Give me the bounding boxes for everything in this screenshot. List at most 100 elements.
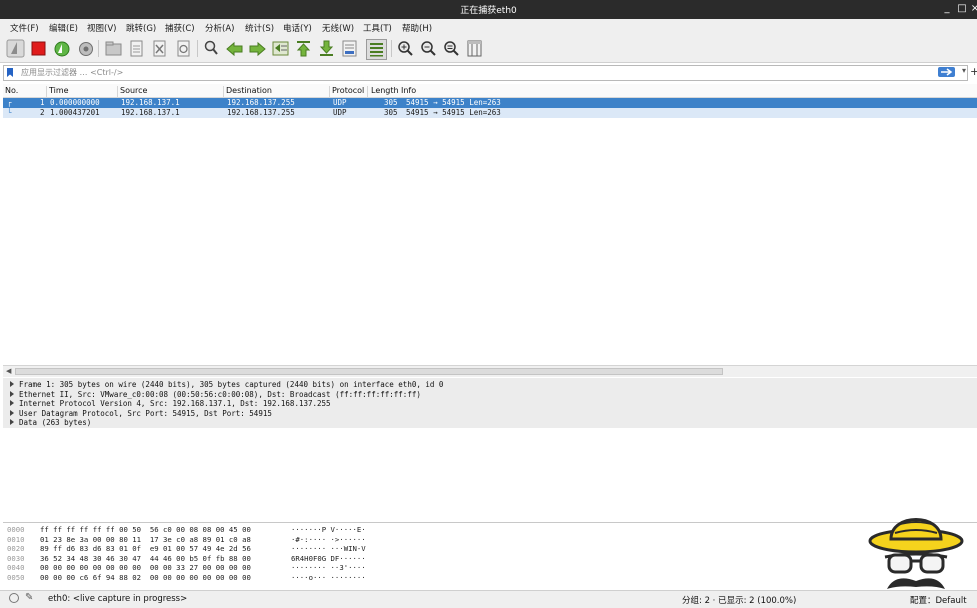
maximize-button[interactable]: □: [955, 1, 969, 17]
menu-analyze[interactable]: 分析(A): [205, 22, 234, 34]
detail-data[interactable]: Data (263 bytes): [10, 418, 91, 427]
menu-capture[interactable]: 捕获(C): [165, 22, 195, 34]
packet-list-header: No. Time Source Destination Protocol Len…: [3, 84, 977, 98]
expand-arrow-icon[interactable]: [10, 419, 14, 425]
go-first-icon[interactable]: [294, 39, 313, 58]
open-file-icon[interactable]: [104, 39, 123, 58]
column-header-protocol[interactable]: Protocol: [330, 86, 368, 97]
menu-file[interactable]: 文件(F): [10, 22, 39, 34]
byte-row: 0030 36 52 34 48 30 46 30 47 44 46 00 b5 …: [7, 554, 366, 563]
restart-capture-icon[interactable]: [52, 39, 71, 58]
reload-file-icon[interactable]: [174, 39, 193, 58]
byte-ascii[interactable]: ·······P V·····E·: [291, 525, 366, 534]
byte-hex[interactable]: 01 23 8e 3a 00 00 80 11 17 3e c0 a8 89 0…: [40, 535, 251, 544]
byte-offset: 0020: [7, 544, 25, 553]
packet-list-hscrollbar[interactable]: ◀: [3, 365, 977, 377]
byte-hex[interactable]: 36 52 34 48 30 46 30 47 44 46 00 b5 0f f…: [40, 554, 251, 563]
close-file-icon[interactable]: [150, 39, 169, 58]
auto-scroll-icon[interactable]: [340, 39, 359, 58]
scrollbar-thumb[interactable]: [15, 368, 723, 375]
byte-ascii[interactable]: 6R4H0F0G DF······: [291, 554, 366, 563]
byte-ascii[interactable]: ·#·:···· ·>······: [291, 535, 366, 544]
byte-ascii[interactable]: ········ ··3'····: [291, 563, 366, 572]
find-packet-icon[interactable]: [202, 39, 221, 58]
go-back-icon[interactable]: [225, 39, 244, 58]
expand-arrow-icon[interactable]: [10, 400, 14, 406]
detail-udp[interactable]: User Datagram Protocol, Src Port: 54915,…: [10, 409, 272, 418]
capture-comment-icon[interactable]: ✎: [25, 592, 33, 603]
bookmark-icon[interactable]: [7, 68, 13, 77]
shark-fin-start-icon[interactable]: [6, 39, 25, 58]
detail-ipv4[interactable]: Internet Protocol Version 4, Src: 192.16…: [10, 399, 331, 408]
scroll-left-icon[interactable]: ◀: [6, 367, 11, 375]
menu-help[interactable]: 帮助(H): [402, 22, 432, 34]
menu-wireless[interactable]: 无线(W): [322, 22, 354, 34]
byte-hex[interactable]: 00 00 00 00 00 00 00 00 00 00 33 27 00 0…: [40, 563, 251, 572]
minimize-button[interactable]: _: [940, 1, 954, 17]
detail-frame[interactable]: Frame 1: 305 bytes on wire (2440 bits), …: [10, 380, 443, 389]
cell-length: 305: [384, 108, 398, 117]
capture-options-icon[interactable]: [76, 39, 95, 58]
zoom-out-icon[interactable]: [419, 39, 438, 58]
stop-capture-icon[interactable]: [29, 39, 48, 58]
cell-no: 1: [40, 98, 45, 107]
byte-ascii[interactable]: ········ ···WIN-V: [291, 544, 366, 553]
cell-no: 2: [40, 108, 45, 117]
toolbar-separator: [197, 40, 198, 57]
zoom-normal-icon[interactable]: [442, 39, 461, 58]
packet-bytes-pane: 0000 ff ff ff ff ff ff 00 50 56 c0 00 08 …: [3, 522, 977, 590]
expert-info-icon[interactable]: [9, 593, 19, 603]
column-header-length[interactable]: Length: [369, 86, 401, 97]
cell-protocol: UDP: [333, 98, 347, 107]
detail-text: Internet Protocol Version 4, Src: 192.16…: [19, 399, 331, 408]
expand-arrow-icon[interactable]: [10, 409, 14, 416]
profile-label[interactable]: 配置：Default: [910, 594, 967, 606]
cell-time: 1.000437201: [50, 108, 100, 117]
menu-telephony[interactable]: 电话(Y): [283, 22, 312, 34]
detail-text: Data (263 bytes): [19, 418, 92, 427]
status-bar: ✎ eth0: <live capture in progress> 分组: 2…: [0, 590, 977, 608]
menu-tools[interactable]: 工具(T): [363, 22, 392, 34]
save-file-icon[interactable]: [127, 39, 146, 58]
column-header-destination[interactable]: Destination: [224, 86, 330, 97]
row-bracket: └: [7, 108, 12, 117]
byte-hex[interactable]: ff ff ff ff ff ff 00 50 56 c0 00 08 08 0…: [40, 525, 251, 534]
go-to-packet-icon[interactable]: [271, 39, 290, 58]
byte-ascii[interactable]: ····o··· ········: [291, 573, 366, 582]
close-button[interactable]: ×: [968, 1, 977, 17]
table-row[interactable]: └ 2 1.000437201 192.168.137.1 192.168.13…: [3, 108, 977, 118]
menu-go[interactable]: 跳转(G): [126, 22, 156, 34]
cell-destination: 192.168.137.255: [227, 98, 295, 107]
menu-edit[interactable]: 编辑(E): [49, 22, 78, 34]
column-header-time[interactable]: Time: [47, 86, 118, 97]
table-row[interactable]: ┌ 1 0.000000000 192.168.137.1 192.168.13…: [3, 98, 977, 108]
resize-columns-icon[interactable]: [465, 39, 484, 58]
menu-statistics[interactable]: 统计(S): [245, 22, 274, 34]
byte-offset: 0040: [7, 563, 25, 572]
detail-text: User Datagram Protocol, Src Port: 54915,…: [19, 408, 272, 418]
display-filter-input[interactable]: 应用显示过滤器 … <Ctrl-/> ▾: [3, 65, 968, 81]
detail-ethernet[interactable]: Ethernet II, Src: VMware_c0:00:08 (00:50…: [10, 390, 421, 399]
go-forward-icon[interactable]: [248, 39, 267, 58]
main-toolbar: [0, 35, 977, 63]
cell-source: 192.168.137.1: [121, 98, 180, 107]
packet-details-pane: Frame 1: 305 bytes on wire (2440 bits), …: [3, 378, 977, 428]
title-bar: 正在捕获eth0 _ □ ×: [0, 0, 977, 19]
chevron-down-icon[interactable]: ▾: [962, 66, 966, 75]
byte-hex[interactable]: 89 ff d6 83 d6 83 01 0f e9 01 00 57 49 4…: [40, 544, 251, 553]
column-header-source[interactable]: Source: [118, 86, 224, 97]
go-last-icon[interactable]: [317, 39, 336, 58]
colorize-icon[interactable]: [366, 39, 387, 60]
add-filter-button[interactable]: +: [970, 65, 977, 78]
column-header-info[interactable]: Info: [399, 86, 599, 97]
apply-filter-button[interactable]: [938, 67, 955, 77]
menu-view[interactable]: 视图(V): [87, 22, 116, 34]
byte-offset: 0000: [7, 525, 25, 534]
expand-arrow-icon[interactable]: [10, 381, 14, 387]
byte-offset: 0050: [7, 572, 25, 582]
column-header-no[interactable]: No.: [3, 86, 47, 97]
zoom-in-icon[interactable]: [396, 39, 415, 58]
expand-arrow-icon[interactable]: [10, 390, 14, 397]
cell-protocol: UDP: [333, 108, 347, 117]
byte-hex[interactable]: 00 00 00 c6 6f 94 88 02 00 00 00 00 00 0…: [40, 573, 251, 582]
